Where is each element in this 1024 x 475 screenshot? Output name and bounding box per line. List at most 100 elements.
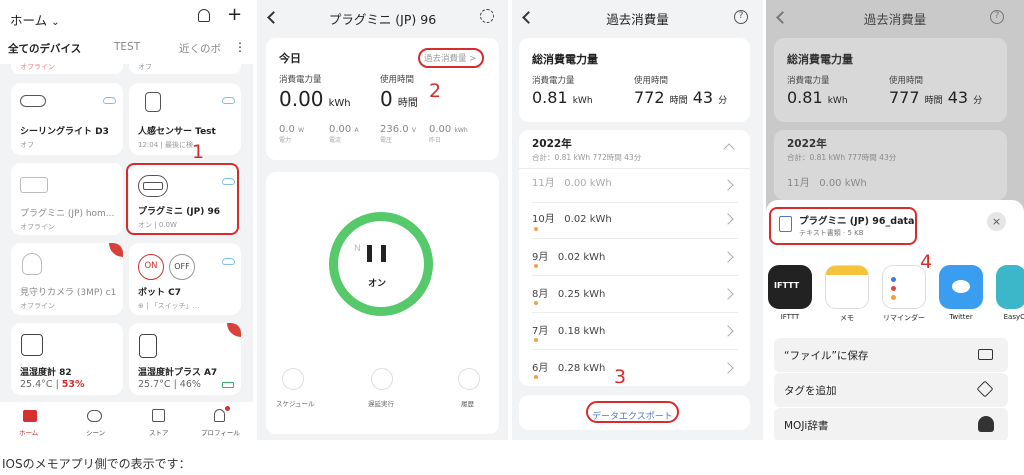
help-icon[interactable]: ? (990, 10, 1004, 24)
nav-store[interactable]: ストア (149, 427, 169, 437)
device-status: オフライン (20, 302, 55, 310)
thermometer-icon (139, 334, 157, 358)
month-row-6[interactable]: 6月 0.28 kWh (532, 359, 605, 374)
home-title: ホーム (10, 13, 48, 28)
divider (532, 202, 738, 203)
reminder-dot (891, 295, 896, 300)
month-row-9[interactable]: 9月 0.02 kWh (532, 248, 605, 263)
schedule-button[interactable]: スケジュール (276, 398, 315, 408)
device-card-meter-a7[interactable]: 温湿度計プラス A7 25.7°C | 46% (129, 323, 241, 395)
device-name: 温湿度計プラス A7 (138, 368, 218, 378)
device-card-cut[interactable]: オフ (129, 58, 241, 74)
app-label-ifttt[interactable]: IFTTT (766, 313, 815, 321)
highlight-box-4 (769, 207, 917, 245)
schedule-icon[interactable] (282, 368, 304, 390)
history-icon[interactable] (458, 368, 480, 390)
cloud-icon (103, 97, 116, 104)
reminder-dot (891, 286, 896, 291)
month-row-8[interactable]: 8月 0.25 kWh (532, 285, 605, 300)
folder-icon (978, 349, 993, 360)
device-status: オフライン (20, 223, 55, 231)
tab-test[interactable]: TEST (114, 41, 140, 53)
device-card-meter-82[interactable]: 温湿度計 82 25.4°C | 53% (11, 323, 123, 395)
gear-icon[interactable] (480, 9, 494, 23)
thermometer-icon (21, 334, 43, 356)
notes-app-icon[interactable] (825, 265, 869, 309)
motion-sensor-icon (145, 92, 161, 112)
action-label: “ファイル”に保存 (784, 350, 869, 362)
chevron-right-icon[interactable] (722, 288, 734, 300)
tag-icon (976, 380, 994, 398)
app-label-twitter[interactable]: Twitter (936, 313, 986, 321)
home-icon[interactable] (23, 410, 37, 422)
month-row-7[interactable]: 7月 0.18 kWh (532, 322, 605, 337)
plus-icon[interactable]: + (227, 4, 242, 25)
history-button[interactable]: 履歴 (461, 398, 474, 408)
chevron-right-icon[interactable] (722, 179, 734, 191)
app-label-easyc[interactable]: EasyC (985, 313, 1024, 321)
device-card-plug-home[interactable]: プラグミニ (JP) hom... オフライン (11, 163, 123, 235)
nav-home[interactable]: ホーム (19, 427, 38, 437)
ifttt-logo: IFTTT (774, 281, 800, 290)
chevron-right-icon[interactable] (722, 362, 734, 374)
timer-icon[interactable] (371, 368, 393, 390)
device-card-camera[interactable]: 見守りカメラ (3MP) c1 オフライン (11, 243, 123, 315)
device-card-motion-sensor[interactable]: 人感センサー Test 12:04 | 最後に検... (129, 83, 241, 155)
time-value: 0 時間 (380, 87, 418, 111)
bot-off-button[interactable]: OFF (169, 254, 195, 280)
app-label-reminders[interactable]: リマインダー (879, 313, 929, 323)
divider (532, 275, 738, 276)
total-title: 総消費電力量 (787, 53, 853, 66)
usage-dot (534, 301, 538, 305)
ifttt-app-icon[interactable]: IFTTT (768, 265, 812, 309)
reminder-dot (891, 277, 896, 282)
device-card-cut[interactable]: オフライン (11, 58, 123, 74)
notification-dot (225, 406, 230, 411)
more-icon[interactable]: ⋮ (234, 40, 246, 54)
power-ring[interactable] (329, 212, 433, 316)
month-row-10[interactable]: 10月 0.02 kWh (532, 210, 612, 225)
callout-2: 2 (429, 80, 442, 102)
close-icon[interactable]: × (987, 212, 1006, 231)
scene-icon[interactable] (87, 410, 102, 422)
easyc-app-icon[interactable] (996, 265, 1024, 309)
store-icon[interactable] (152, 409, 165, 422)
tab-nearby[interactable]: 近くのボ (179, 41, 221, 56)
twitter-app-icon[interactable] (939, 265, 983, 309)
save-to-files-action[interactable]: “ファイル”に保存 (774, 338, 1008, 372)
history-screen: 過去消費量 ? 総消費電力量 消費電力量 使用時間 0.81 kWh 772 時… (512, 0, 763, 440)
delay-button[interactable]: 遅延実行 (368, 398, 394, 408)
time-label: 使用時間 (889, 76, 924, 86)
bot-on-button[interactable]: ON (138, 254, 164, 280)
nav-scene[interactable]: シーン (86, 427, 105, 437)
twitter-bird-icon (952, 280, 970, 293)
app-label-notes[interactable]: メモ (822, 313, 872, 323)
year-title[interactable]: 2022年 (532, 136, 572, 151)
switch-state: オン (368, 279, 387, 289)
metric-current: 0.00 A 電流 (329, 124, 359, 144)
moji-dictionary-action[interactable]: MOJi辞書 (774, 408, 1008, 440)
add-tag-action[interactable]: タグを追加 (774, 373, 1008, 407)
cloud-icon (222, 97, 235, 104)
power-label: 消費電力量 (532, 76, 575, 86)
device-card-bot[interactable]: ON OFF ボット C7 ⊕ | 「スイッチ」... (129, 243, 241, 315)
home-screen: ホーム ⌄ + 全てのデバイス TEST 近くのボ ⋮ オフライン オフ シーリ… (0, 0, 253, 440)
device-card-ceiling-light[interactable]: シーリングライト D3 オフ (11, 83, 123, 155)
chevron-right-icon[interactable] (722, 251, 734, 263)
nav-profile[interactable]: プロフィール (201, 427, 240, 437)
plug-detail-screen: プラグミニ (JP) 96 今日 過去消費量 > 消費電力量 使用時間 0.00… (257, 0, 508, 440)
chevron-up-icon[interactable] (723, 143, 735, 155)
reminders-app-icon[interactable] (882, 265, 926, 309)
profile-icon[interactable] (214, 409, 225, 422)
tab-all-devices[interactable]: 全てのデバイス (8, 41, 81, 56)
callout-3: 3 (614, 366, 627, 388)
device-name: プラグミニ (JP) hom... (20, 209, 115, 219)
chevron-right-icon[interactable] (722, 325, 734, 337)
badge-corner (227, 323, 241, 337)
chevron-right-icon[interactable] (722, 213, 734, 225)
bell-icon[interactable] (198, 9, 210, 22)
month-row-11[interactable]: 11月 0.00 kWh (532, 174, 612, 189)
divider (532, 238, 738, 239)
help-icon[interactable]: ? (734, 10, 748, 24)
home-dropdown[interactable]: ホーム ⌄ (10, 10, 60, 29)
